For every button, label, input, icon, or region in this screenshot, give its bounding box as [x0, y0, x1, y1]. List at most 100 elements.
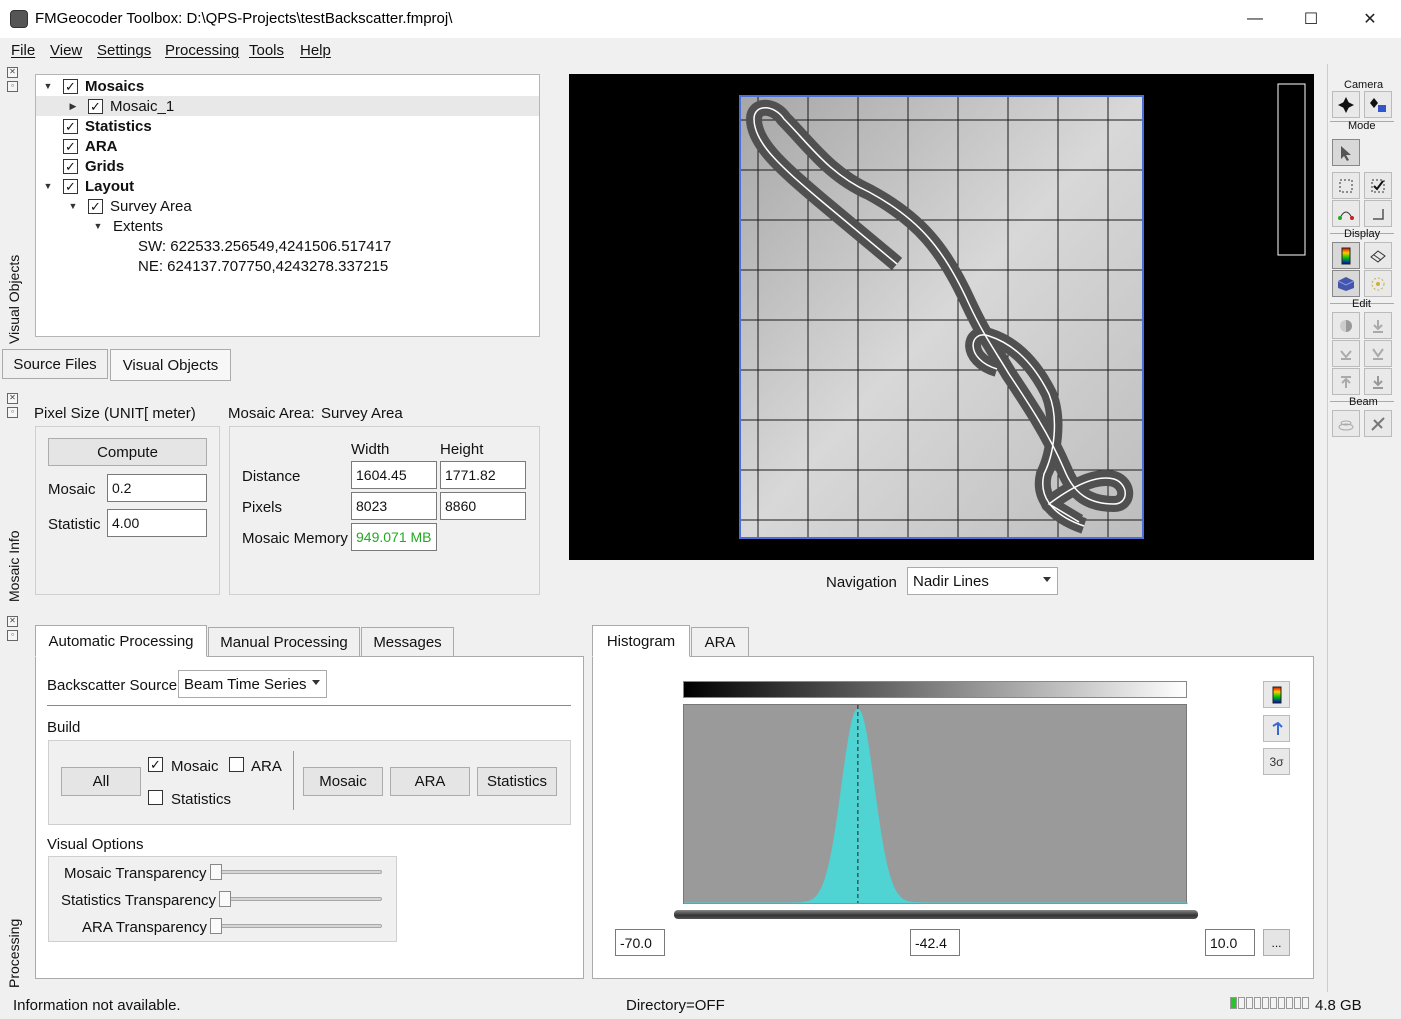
histogram-3sigma-button[interactable]: 3σ: [1263, 748, 1290, 775]
tab-manual-processing[interactable]: Manual Processing: [208, 627, 360, 657]
dock-close-icon[interactable]: ✕: [7, 393, 18, 404]
statistics-transparency-track[interactable]: [219, 897, 382, 901]
points-display-icon[interactable]: [1364, 270, 1392, 297]
distance-height-field[interactable]: 1771.82: [440, 461, 526, 489]
path-select-icon[interactable]: [1332, 200, 1360, 227]
histogram-range-slider[interactable]: [674, 910, 1198, 919]
beam-pattern-icon[interactable]: [1332, 410, 1360, 437]
check-select-icon[interactable]: [1364, 172, 1392, 199]
corner-tool-icon[interactable]: [1364, 200, 1392, 227]
mosaic-transparency-track[interactable]: [210, 870, 382, 874]
rect-select-icon[interactable]: [1332, 172, 1360, 199]
edit-down-icon[interactable]: [1364, 312, 1392, 339]
dock-close-icon[interactable]: ✕: [7, 616, 18, 627]
expanded-arrow-icon[interactable]: ▼: [93, 221, 103, 231]
build-label: Build: [47, 719, 81, 736]
checkbox-icon[interactable]: ✓: [63, 158, 78, 174]
tab-histogram[interactable]: Histogram: [592, 625, 690, 657]
dock-close-icon[interactable]: ✕: [7, 67, 18, 78]
camera-move-icon[interactable]: [1332, 91, 1360, 118]
checkbox-icon[interactable]: ✓: [88, 98, 103, 114]
checkbox-icon[interactable]: ✓: [88, 198, 103, 214]
ara-transparency-track[interactable]: [210, 924, 382, 928]
histogram-more-button[interactable]: ...: [1263, 929, 1290, 956]
tree-row-extents[interactable]: ▼ Extents: [36, 216, 539, 236]
histogram-auto-icon[interactable]: [1263, 715, 1290, 742]
checkbox-icon[interactable]: ✓: [63, 138, 78, 154]
expanded-arrow-icon[interactable]: ▼: [43, 81, 53, 91]
checkbox-icon[interactable]: ✓: [63, 178, 78, 194]
surface-3d-icon[interactable]: [1332, 270, 1360, 297]
edit-filter-down-icon[interactable]: [1332, 340, 1360, 367]
dock-float-icon[interactable]: ▫: [7, 407, 18, 418]
statistics-checkbox[interactable]: [148, 790, 163, 805]
mosaic-transparency-slider[interactable]: [210, 864, 222, 880]
edit-merge-icon[interactable]: [1364, 368, 1392, 395]
build-all-button[interactable]: All: [61, 767, 141, 796]
dock-float-icon[interactable]: ▫: [7, 630, 18, 641]
edit-filter-icon[interactable]: [1364, 340, 1392, 367]
histogram-colormap-icon[interactable]: [1263, 681, 1290, 708]
edit-contrast-icon[interactable]: [1332, 312, 1360, 339]
expanded-arrow-icon[interactable]: ▼: [43, 181, 53, 191]
checkbox-icon[interactable]: ✓: [63, 118, 78, 134]
ara-transparency-slider[interactable]: [210, 918, 222, 934]
camera-focus-icon[interactable]: [1364, 91, 1392, 118]
checkbox-icon[interactable]: ✓: [63, 78, 78, 94]
collapsed-arrow-icon[interactable]: ▶: [68, 101, 78, 112]
tree-row-ara[interactable]: ✓ ARA: [36, 136, 539, 156]
expanded-arrow-icon[interactable]: ▼: [68, 201, 78, 211]
dock-float-icon[interactable]: ▫: [7, 81, 18, 92]
build-mosaic-button[interactable]: Mosaic: [303, 767, 383, 796]
close-button[interactable]: ✕: [1347, 4, 1393, 34]
separator: [47, 705, 571, 706]
backscatter-source-select[interactable]: Beam Time Series: [178, 670, 327, 698]
layer-eraser-icon[interactable]: [1364, 242, 1392, 269]
distance-width-field[interactable]: 1604.45: [351, 461, 437, 489]
minimize-button[interactable]: —: [1232, 4, 1278, 34]
visual-objects-tree[interactable]: ▼ ✓ Mosaics ▶ ✓ Mosaic_1 ✓ Statistics ✓ …: [35, 74, 540, 337]
select-pointer-icon[interactable]: [1332, 139, 1360, 166]
tab-ara[interactable]: ARA: [691, 627, 749, 657]
tree-row-layout[interactable]: ▼ ✓ Layout: [36, 176, 539, 196]
statistics-transparency-slider[interactable]: [219, 891, 231, 907]
menu-processing[interactable]: Processing: [165, 42, 239, 59]
mosaic-checkbox[interactable]: ✓: [148, 757, 163, 772]
memory-segment: [1238, 997, 1245, 1009]
mosaic-size-input[interactable]: 0.2: [107, 474, 207, 502]
tree-label: Layout: [85, 177, 135, 195]
tab-automatic-processing[interactable]: Automatic Processing: [35, 625, 207, 657]
menu-view[interactable]: View: [50, 42, 82, 59]
mosaic-3d-view[interactable]: [569, 74, 1314, 560]
colormap-icon[interactable]: [1332, 242, 1360, 269]
menu-settings[interactable]: Settings: [97, 42, 151, 59]
menu-help[interactable]: Help: [300, 42, 331, 59]
tree-row-survey-area[interactable]: ▼ ✓ Survey Area: [36, 196, 539, 216]
tree-row-statistics[interactable]: ✓ Statistics: [36, 116, 539, 136]
tree-row-mosaic-1[interactable]: ▶ ✓ Mosaic_1: [36, 96, 539, 116]
beam-cut-icon[interactable]: [1364, 410, 1392, 437]
navigation-select[interactable]: Nadir Lines: [907, 567, 1058, 595]
pixels-height-field[interactable]: 8860: [440, 492, 526, 520]
histogram-mid-field[interactable]: -42.4: [910, 929, 960, 956]
menu-tools[interactable]: Tools: [249, 42, 284, 59]
maximize-button[interactable]: ☐: [1288, 4, 1334, 34]
ara-checkbox[interactable]: [229, 757, 244, 772]
histogram-min-field[interactable]: -70.0: [615, 929, 665, 956]
pixels-width-field[interactable]: 8023: [351, 492, 437, 520]
statistic-size-input[interactable]: 4.00: [107, 509, 207, 537]
compute-button[interactable]: Compute: [48, 438, 207, 466]
backscatter-source-value: Beam Time Series: [184, 675, 307, 693]
tab-visual-objects[interactable]: Visual Objects: [110, 349, 231, 381]
tab-messages[interactable]: Messages: [361, 627, 454, 657]
edit-up-icon[interactable]: [1332, 368, 1360, 395]
menu-file[interactable]: File: [11, 42, 35, 59]
tree-row-mosaics[interactable]: ▼ ✓ Mosaics: [36, 76, 539, 96]
histogram-plot[interactable]: [683, 704, 1188, 904]
tree-row-grids[interactable]: ✓ Grids: [36, 156, 539, 176]
build-statistics-button[interactable]: Statistics: [477, 767, 557, 796]
build-ara-button[interactable]: ARA: [390, 767, 470, 796]
tree-row-sw: SW: 622533.256549,4241506.517417: [36, 236, 539, 256]
tab-source-files[interactable]: Source Files: [2, 349, 108, 379]
histogram-max-field[interactable]: 10.0: [1205, 929, 1255, 956]
